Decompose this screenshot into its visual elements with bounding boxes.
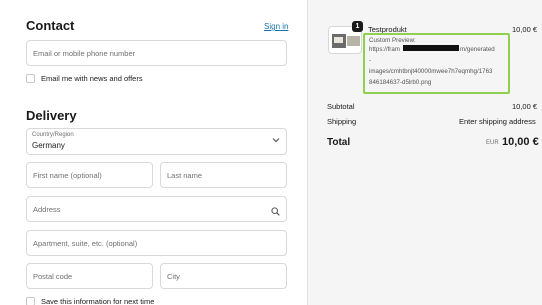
email-placeholder: Email or mobile phone number bbox=[33, 48, 136, 58]
redaction-bar bbox=[403, 45, 459, 51]
preview-url-end: m/generated bbox=[460, 46, 495, 53]
product-price: 10,00 € bbox=[512, 25, 538, 34]
save-info-label: Save this information for next time bbox=[41, 297, 155, 305]
news-label: Email me with news and offers bbox=[41, 74, 143, 83]
address-placeholder: Address bbox=[33, 204, 61, 214]
news-checkbox[interactable] bbox=[26, 74, 35, 83]
apartment-field[interactable]: Apartment, suite, etc. (optional) bbox=[26, 230, 287, 256]
subtotal-value: 10,00 € bbox=[512, 102, 538, 111]
city-field[interactable]: City bbox=[160, 263, 287, 289]
thumbnail-image-part bbox=[347, 36, 360, 46]
total-value: 10,00 € bbox=[502, 136, 539, 148]
email-field[interactable]: Email or mobile phone number bbox=[26, 40, 287, 66]
address-field[interactable]: Address bbox=[26, 196, 287, 222]
contact-heading: Contact bbox=[26, 18, 75, 33]
postal-code-field[interactable]: Postal code bbox=[26, 263, 153, 289]
shipping-label: Shipping bbox=[327, 117, 357, 126]
apartment-placeholder: Apartment, suite, etc. (optional) bbox=[33, 238, 138, 248]
preview-url-dash: - bbox=[369, 57, 372, 64]
last-name-placeholder: Last name bbox=[167, 170, 203, 180]
thumbnail-image-part bbox=[334, 37, 343, 43]
postal-code-placeholder: Postal code bbox=[33, 271, 73, 281]
preview-url-start: https://fram bbox=[369, 46, 400, 53]
currency-code: EUR bbox=[486, 140, 499, 146]
preview-title: Custom Preview: bbox=[369, 37, 416, 44]
chevron-down-icon bbox=[272, 136, 280, 145]
search-icon bbox=[271, 203, 280, 221]
signin-link[interactable]: Sign in bbox=[264, 22, 288, 31]
first-name-placeholder: First name (optional) bbox=[33, 170, 102, 180]
subtotal-label: Subtotal bbox=[327, 102, 355, 111]
quantity-badge: 1 bbox=[352, 21, 363, 32]
last-name-field[interactable]: Last name bbox=[160, 162, 287, 188]
preview-url-path: images/cmhtbnjt40000mwee7h7eqmhg/1763 bbox=[369, 68, 493, 75]
save-info-checkbox[interactable] bbox=[26, 297, 35, 305]
country-value: Germany bbox=[32, 141, 65, 150]
preview-url-file: 846184637-d5lrb0.png bbox=[369, 79, 432, 86]
city-placeholder: City bbox=[167, 271, 180, 281]
country-label: Country/Region bbox=[32, 132, 74, 138]
delivery-heading: Delivery bbox=[26, 108, 77, 123]
shipping-value: Enter shipping address bbox=[459, 117, 536, 126]
total-label: Total bbox=[327, 137, 351, 148]
first-name-field[interactable]: First name (optional) bbox=[26, 162, 153, 188]
